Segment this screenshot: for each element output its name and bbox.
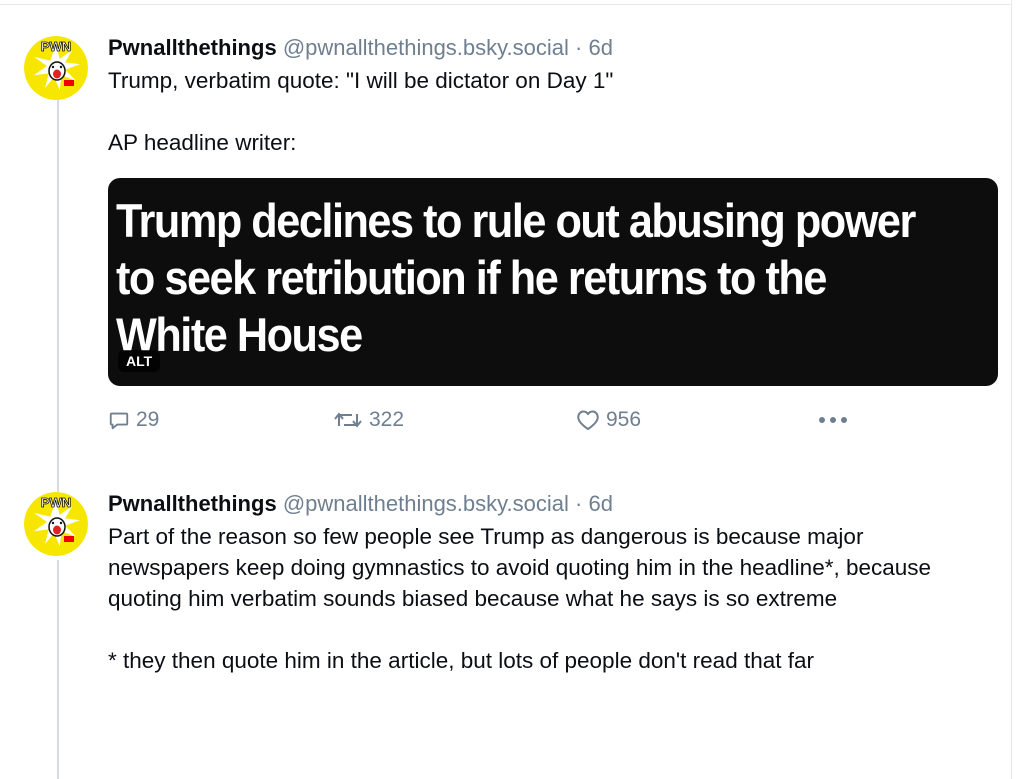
avatar-logo-text: PWN [41,495,71,510]
more-dots-icon [819,417,847,423]
reply-button[interactable]: 29 [108,408,159,432]
separator-dot: · [575,491,583,516]
repost-count: 322 [369,408,405,431]
author-handle[interactable]: @pwnallthethings.bsky.social [283,491,569,516]
more-options-button[interactable] [818,416,848,424]
post[interactable]: PWN Pwnallthethings @pwnallthethings.bsk… [0,34,1010,474]
avatar[interactable]: PWN [24,492,88,556]
post-age[interactable]: 6d [588,35,612,60]
author-handle[interactable]: @pwnallthethings.bsky.social [283,35,569,60]
post-text-line: Part of the reason so few people see Tru… [108,524,932,611]
right-border [1011,0,1012,779]
reply-count: 29 [136,408,160,431]
heart-icon [577,410,599,430]
post[interactable]: PWN Pwnallthethings @pwnallthethings.bsk… [0,490,1010,779]
speech-bubble-icon [109,412,129,430]
alt-badge[interactable]: ALT [118,350,161,372]
like-button[interactable]: 956 [576,408,641,432]
author-name[interactable]: Pwnallthethings [108,491,277,516]
post-content: Pwnallthethings @pwnallthethings.bsky.so… [108,490,988,676]
pwn-avatar-icon: PWN [24,36,88,100]
image-embed[interactable]: Trump declines to rule out abusing power… [108,178,998,386]
post-text: Part of the reason so few people see Tru… [108,521,983,676]
top-divider [0,4,1012,5]
post-content: Pwnallthethings @pwnallthethings.bsky.so… [108,34,998,442]
embed-headline-text: Trump declines to rule out abusing power… [116,194,916,361]
avatar[interactable]: PWN [24,36,88,100]
post-header: Pwnallthethings @pwnallthethings.bsky.so… [108,490,988,518]
post-header: Pwnallthethings @pwnallthethings.bsky.so… [108,34,988,62]
post-text-line: * they then quote him in the article, bu… [108,648,814,673]
author-name[interactable]: Pwnallthethings [108,35,277,60]
repost-button[interactable]: 322 [333,408,404,432]
post-age[interactable]: 6d [588,491,612,516]
like-count: 956 [606,408,642,431]
repost-arrows-icon [334,412,362,428]
avatar-logo-text: PWN [41,39,71,54]
pwn-avatar-icon: PWN [24,492,88,556]
post-text: Trump, verbatim quote: "I will be dictat… [108,65,988,158]
post-actions: 29 322 956 [108,402,988,442]
post-text-line: AP headline writer: [108,130,297,155]
separator-dot: · [575,35,583,60]
post-text-line: Trump, verbatim quote: "I will be dictat… [108,68,614,93]
